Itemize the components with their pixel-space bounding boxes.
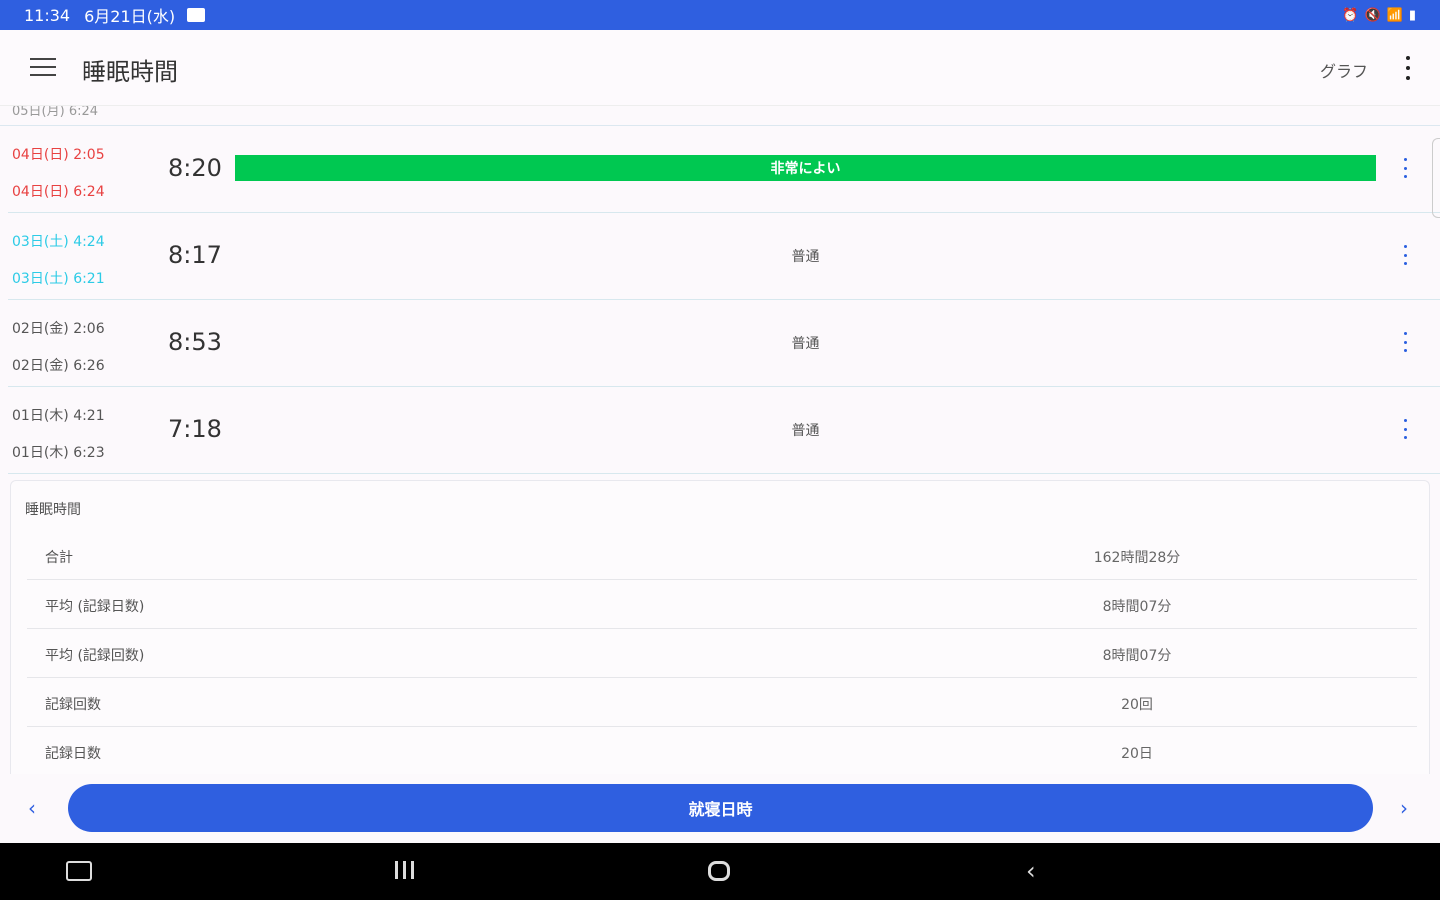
- summary-value: 20日: [1121, 746, 1153, 762]
- sleep-record-list[interactable]: 05日(月) 6:24 04日(日) 2:05 04日(日) 6:24 8:20 非常…: [0, 106, 1440, 476]
- notification-icon: [187, 8, 206, 22]
- sleep-duration: 7:18: [168, 415, 222, 443]
- sleep-duration: 8:53: [168, 328, 222, 356]
- start-time: 01日(木) 4:21: [12, 408, 105, 424]
- summary-value: 20回: [1121, 697, 1153, 713]
- summary-label: 記録回数: [45, 697, 101, 713]
- summary-value: 162時間28分: [1093, 550, 1181, 566]
- sleep-duration: 8:17: [168, 241, 222, 269]
- start-time: 04日(日) 2:05: [12, 147, 105, 163]
- summary-label: 記録日数: [45, 746, 101, 762]
- recent-apps-icon[interactable]: [391, 861, 417, 883]
- quality-label: 普通: [791, 249, 820, 265]
- page-title: 睡眠時間: [82, 58, 178, 86]
- start-time: 02日(金) 2:06: [12, 321, 105, 337]
- end-time: 03日(土) 6:21: [12, 271, 105, 287]
- summary-title: 睡眠時間: [25, 502, 81, 518]
- summary-value: 8時間07分: [1102, 648, 1172, 664]
- prev-page-button[interactable]: ‹: [28, 796, 36, 820]
- end-time: 01日(木) 6:23: [12, 445, 105, 461]
- status-date: 6月21日(水): [84, 7, 176, 26]
- summary-row: 平均 (記録日数) 8時間07分: [27, 580, 1417, 629]
- overflow-menu-icon[interactable]: [1404, 56, 1412, 80]
- list-item[interactable]: 01日(木) 4:21 01日(木) 6:23 7:18 普通: [8, 387, 1440, 474]
- quality-bar: 非常によい: [235, 155, 1376, 181]
- row-menu-icon[interactable]: [1402, 158, 1408, 178]
- wifi-icon: 📶: [1386, 7, 1403, 23]
- keyboard-icon[interactable]: [66, 861, 92, 883]
- next-page-button[interactable]: ›: [1400, 796, 1408, 820]
- summary-value: 8時間07分: [1102, 599, 1172, 615]
- back-icon[interactable]: ‹: [1026, 859, 1052, 883]
- end-time: 04日(日) 6:24: [12, 184, 105, 200]
- partial-row-text: 05日(月) 6:24: [12, 106, 99, 119]
- list-item-partial[interactable]: 05日(月) 6:24: [0, 106, 1440, 126]
- summary-label: 平均 (記録回数): [45, 648, 145, 664]
- start-time: 03日(土) 4:24: [12, 234, 105, 250]
- quality-label: 普通: [791, 423, 820, 439]
- graph-button[interactable]: グラフ: [1320, 58, 1368, 82]
- scroll-handle[interactable]: [1432, 138, 1440, 218]
- summary-row: 合計 162時間28分: [27, 531, 1417, 580]
- summary-row: 記録回数 20回: [27, 678, 1417, 727]
- home-icon[interactable]: [708, 861, 734, 883]
- list-item[interactable]: 02日(金) 2:06 02日(金) 6:26 8:53 普通: [8, 300, 1440, 387]
- status-time: 11:34: [24, 5, 71, 25]
- row-menu-icon[interactable]: [1402, 245, 1408, 265]
- bedtime-button[interactable]: 就寝日時: [68, 784, 1373, 832]
- battery-icon: ▮: [1408, 7, 1416, 23]
- system-nav-bar: ‹: [0, 843, 1440, 900]
- list-item[interactable]: 03日(土) 4:24 03日(土) 6:21 8:17 普通: [8, 213, 1440, 300]
- app-bar: 睡眠時間 グラフ: [0, 30, 1440, 106]
- row-menu-icon[interactable]: [1402, 332, 1408, 352]
- mute-icon: 🔇: [1364, 7, 1381, 23]
- summary-label: 合計: [45, 550, 73, 566]
- alarm-icon: ⏰: [1342, 7, 1359, 23]
- summary-row: 平均 (記録回数) 8時間07分: [27, 629, 1417, 678]
- status-icons: ⏰ 🔇 📶 ▮: [1342, 8, 1416, 23]
- hamburger-menu-icon[interactable]: [30, 58, 56, 78]
- list-item[interactable]: 04日(日) 2:05 04日(日) 6:24 8:20 非常によい: [8, 126, 1440, 213]
- end-time: 02日(金) 6:26: [12, 358, 105, 374]
- quality-label: 普通: [791, 336, 820, 352]
- summary-card: 睡眠時間 合計 162時間28分 平均 (記録日数) 8時間07分 平均 (記録回数) 8…: [10, 480, 1430, 774]
- sleep-duration: 8:20: [168, 154, 222, 182]
- summary-label: 平均 (記録日数): [45, 599, 145, 615]
- status-bar: 11:34 6月21日(水) ⏰ 🔇 📶 ▮: [0, 0, 1440, 30]
- summary-row: 記録日数 20日: [27, 727, 1417, 774]
- row-menu-icon[interactable]: [1402, 419, 1408, 439]
